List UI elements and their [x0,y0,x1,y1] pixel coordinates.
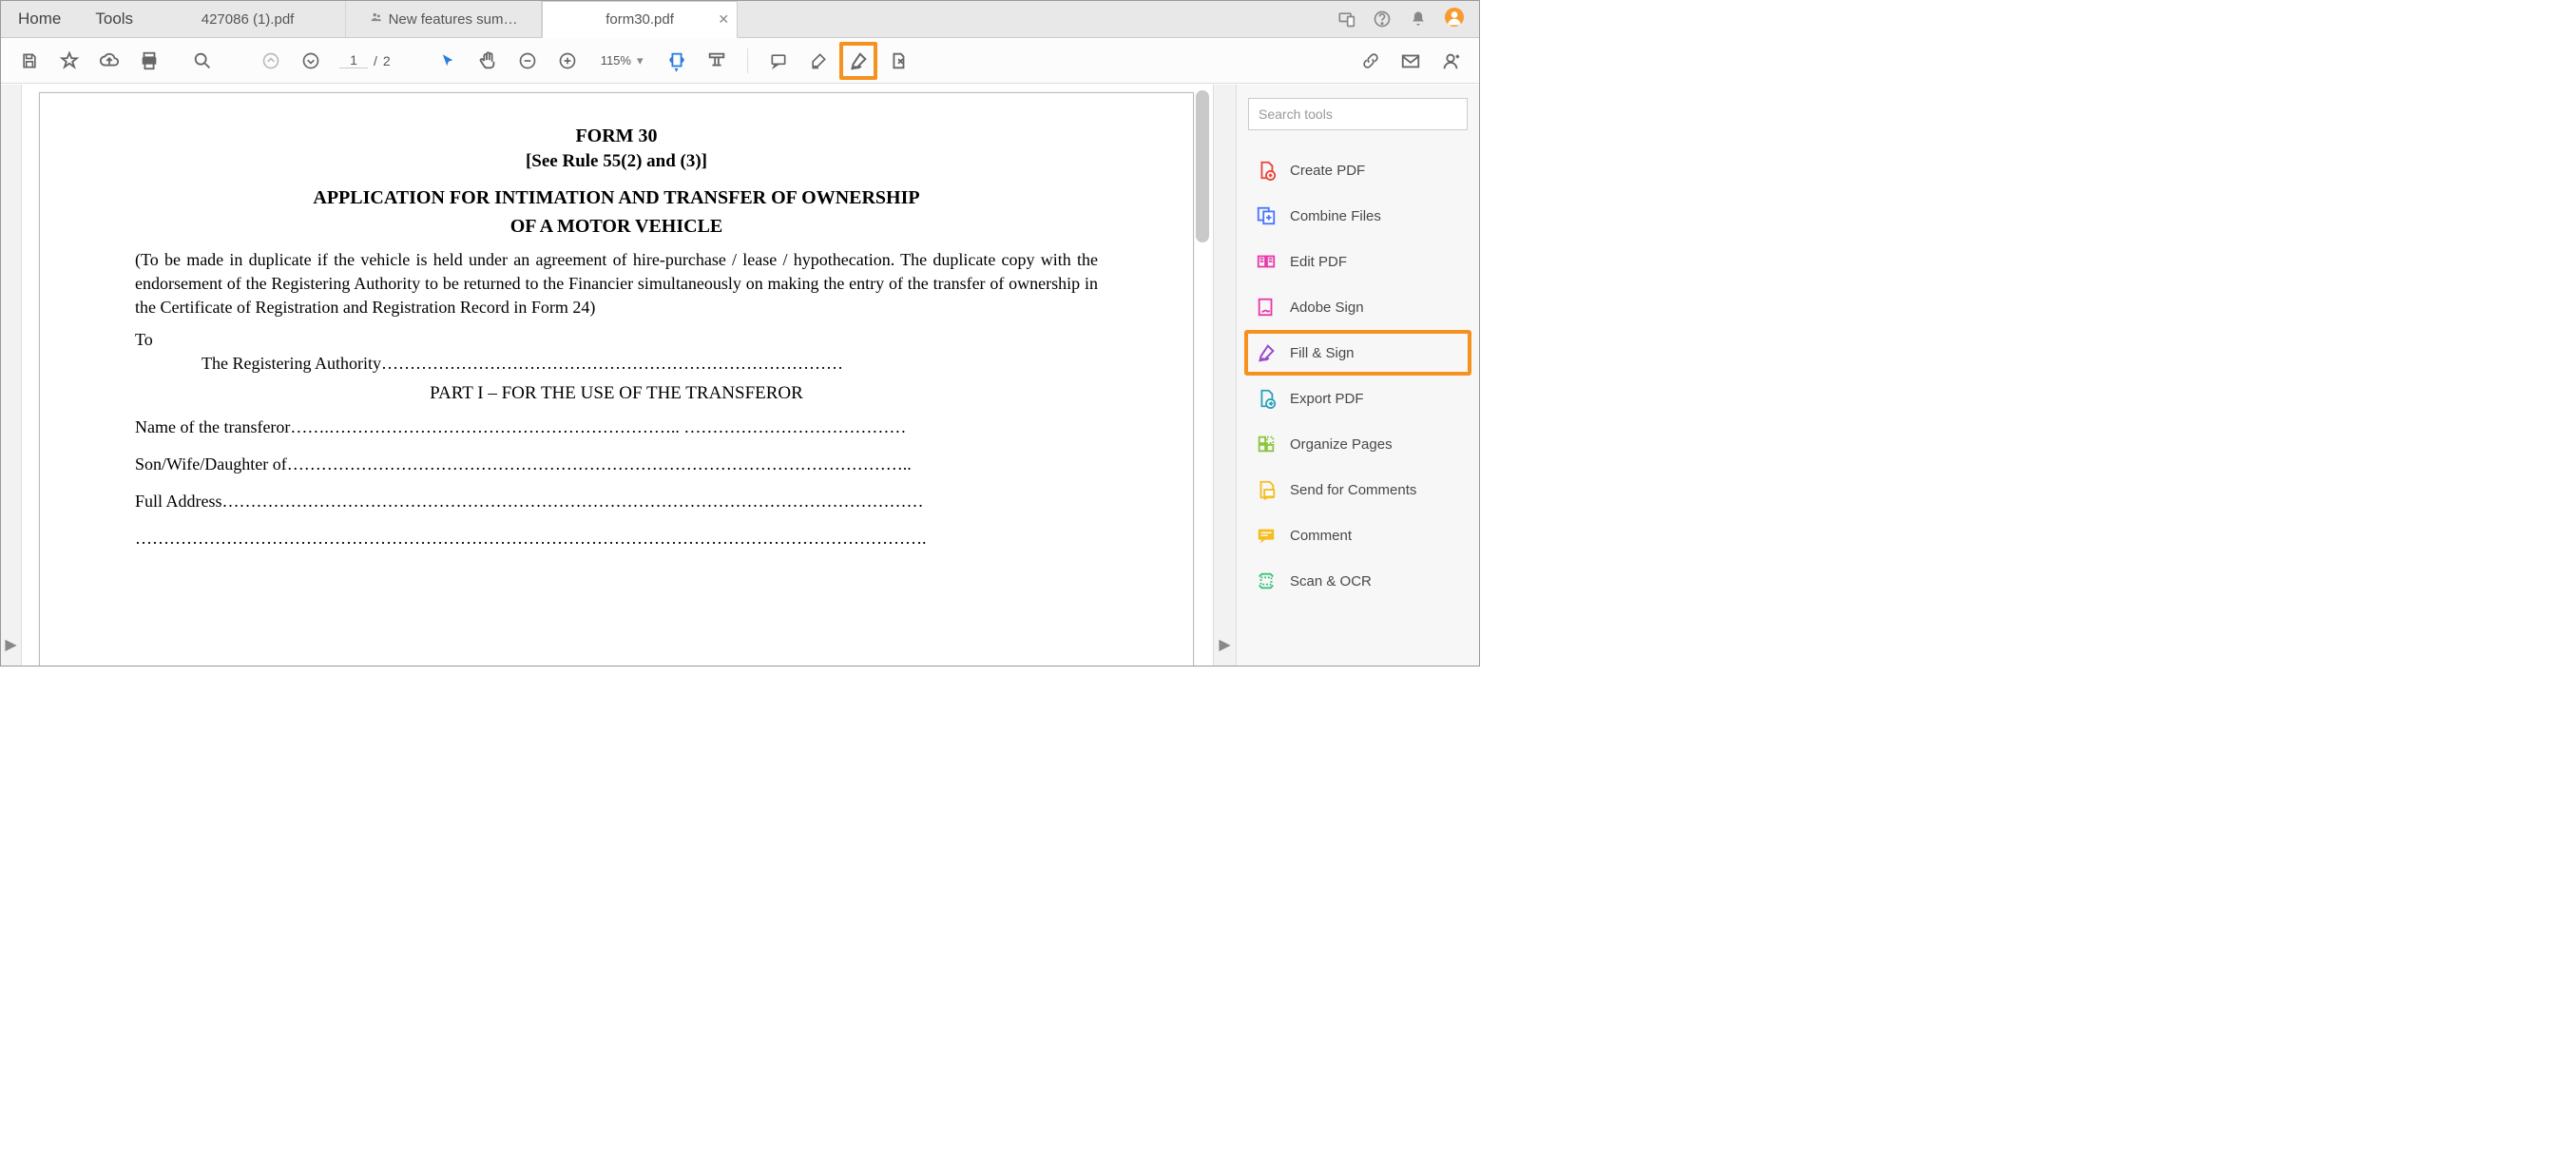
tool-export-pdf[interactable]: Export PDF [1248,376,1468,421]
navigation-pane-rail[interactable]: ▶ [1,85,22,666]
read-mode-icon[interactable] [698,42,736,80]
export-icon [1256,388,1277,409]
combine-icon [1256,205,1277,226]
tool-label: Comment [1290,528,1352,544]
print-icon[interactable] [130,42,168,80]
tool-fill-sign[interactable]: Fill & Sign [1244,330,1471,376]
tools-button[interactable]: Tools [78,1,150,37]
tab-1[interactable]: New features sum… [346,1,542,37]
sign-icon[interactable] [839,42,877,80]
save-icon[interactable] [10,42,48,80]
tool-label: Export PDF [1290,391,1364,407]
doc-note: (To be made in duplicate if the vehicle … [135,248,1098,320]
tool-label: Organize Pages [1290,436,1393,453]
tab-label: form30.pdf [606,11,674,28]
home-button[interactable]: Home [1,1,78,37]
star-icon[interactable] [50,42,88,80]
doc-title-1: FORM 30 [97,126,1136,147]
tool-send-comments[interactable]: Send for Comments [1248,467,1468,512]
tab-label: New features sum… [389,11,518,28]
pan-tool-icon[interactable] [469,42,507,80]
tool-scan-ocr[interactable]: Scan & OCR [1248,558,1468,604]
tool-label: Combine Files [1290,208,1381,224]
fit-width-icon[interactable]: ▾ [658,42,696,80]
page-indicator: / 2 [339,52,391,68]
tool-comment[interactable]: Comment [1248,512,1468,558]
tool-label: Fill & Sign [1290,345,1355,361]
send-comments-icon [1256,479,1277,500]
chevron-down-icon: ▾ [637,53,644,68]
organize-icon [1256,434,1277,454]
tool-organize-pages[interactable]: Organize Pages [1248,421,1468,467]
chevron-right-icon: ▶ [1219,635,1230,654]
search-tools-input[interactable]: Search tools [1248,98,1468,130]
highlight-icon[interactable] [799,42,837,80]
doc-regauth: The Registering Authority………………………………………… [202,354,1098,374]
notifications-icon[interactable] [1409,10,1428,29]
chevron-right-icon: ▶ [5,635,16,654]
fill-sign-icon [1256,342,1277,363]
shared-icon [370,10,383,28]
stamp-icon[interactable] [879,42,917,80]
doc-to: To [135,330,1098,350]
page-current-input[interactable] [339,52,368,68]
page-down-icon[interactable] [292,42,330,80]
zoom-value: 115% [601,53,631,68]
tool-adobe-sign[interactable]: Adobe Sign [1248,284,1468,330]
comment-tool-icon [1256,525,1277,546]
zoom-select[interactable]: 115% ▾ [594,50,650,71]
doc-field-2: Son/Wife/Daughter of……………………………………………………… [135,454,1098,474]
account-avatar[interactable] [1445,8,1464,31]
page-total: 2 [383,53,391,68]
create-pdf-icon [1256,160,1277,181]
find-icon[interactable] [183,42,221,80]
help-icon[interactable] [1373,10,1392,29]
close-tab-icon[interactable]: ✕ [718,11,729,28]
tools-sidebar: Search tools Create PDF Combine Files Ed… [1236,85,1479,666]
doc-field-1: Name of the transferor…….………………………………………… [135,417,1098,437]
doc-part-heading: PART I – FOR THE USE OF THE TRANSFEROR [97,383,1136,404]
document-page: FORM 30 [See Rule 55(2) and (3)] APPLICA… [39,92,1194,666]
page-separator: / [374,53,377,68]
mobile-link-icon[interactable] [1336,10,1355,29]
doc-title-2: [See Rule 55(2) and (3)] [97,151,1136,172]
adobe-sign-icon [1256,297,1277,318]
doc-field-3: Full Address…………………………………………………………………………… [135,492,1098,512]
toolbar: / 2 115% ▾ ▾ [1,38,1479,84]
tool-label: Edit PDF [1290,254,1347,270]
tool-create-pdf[interactable]: Create PDF [1248,147,1468,193]
tab-2[interactable]: form30.pdf ✕ [542,1,738,38]
email-icon[interactable] [1392,42,1430,80]
scan-icon [1256,570,1277,591]
tab-bar: Home Tools 427086 (1).pdf New features s… [1,1,1479,38]
document-tabs: 427086 (1).pdf New features sum… form30.… [150,1,1321,37]
comment-icon[interactable] [759,42,798,80]
select-tool-icon[interactable] [429,42,467,80]
scrollbar[interactable] [1196,90,1209,242]
tools-pane-flap[interactable]: ▶ [1213,85,1236,666]
tool-label: Adobe Sign [1290,300,1364,316]
zoom-in-icon[interactable] [548,42,586,80]
edit-icon [1256,251,1277,272]
page-up-icon[interactable] [252,42,290,80]
top-right-controls [1321,1,1479,37]
share-people-icon[interactable] [1432,42,1470,80]
doc-title-3: APPLICATION FOR INTIMATION AND TRANSFER … [97,184,1136,241]
tab-0[interactable]: 427086 (1).pdf [150,1,346,37]
tab-label: 427086 (1).pdf [202,11,295,28]
share-link-icon[interactable] [1352,42,1390,80]
toolbar-divider [747,48,748,73]
tool-edit-pdf[interactable]: Edit PDF [1248,239,1468,284]
document-view[interactable]: FORM 30 [See Rule 55(2) and (3)] APPLICA… [22,85,1213,666]
zoom-out-icon[interactable] [509,42,547,80]
tool-label: Scan & OCR [1290,573,1372,590]
tool-label: Send for Comments [1290,482,1416,498]
tool-combine-files[interactable]: Combine Files [1248,193,1468,239]
doc-field-4: …………………………………………………………………………………………………………… [135,529,1098,549]
search-placeholder: Search tools [1259,106,1333,122]
cloud-upload-icon[interactable] [90,42,128,80]
tool-label: Create PDF [1290,163,1365,179]
